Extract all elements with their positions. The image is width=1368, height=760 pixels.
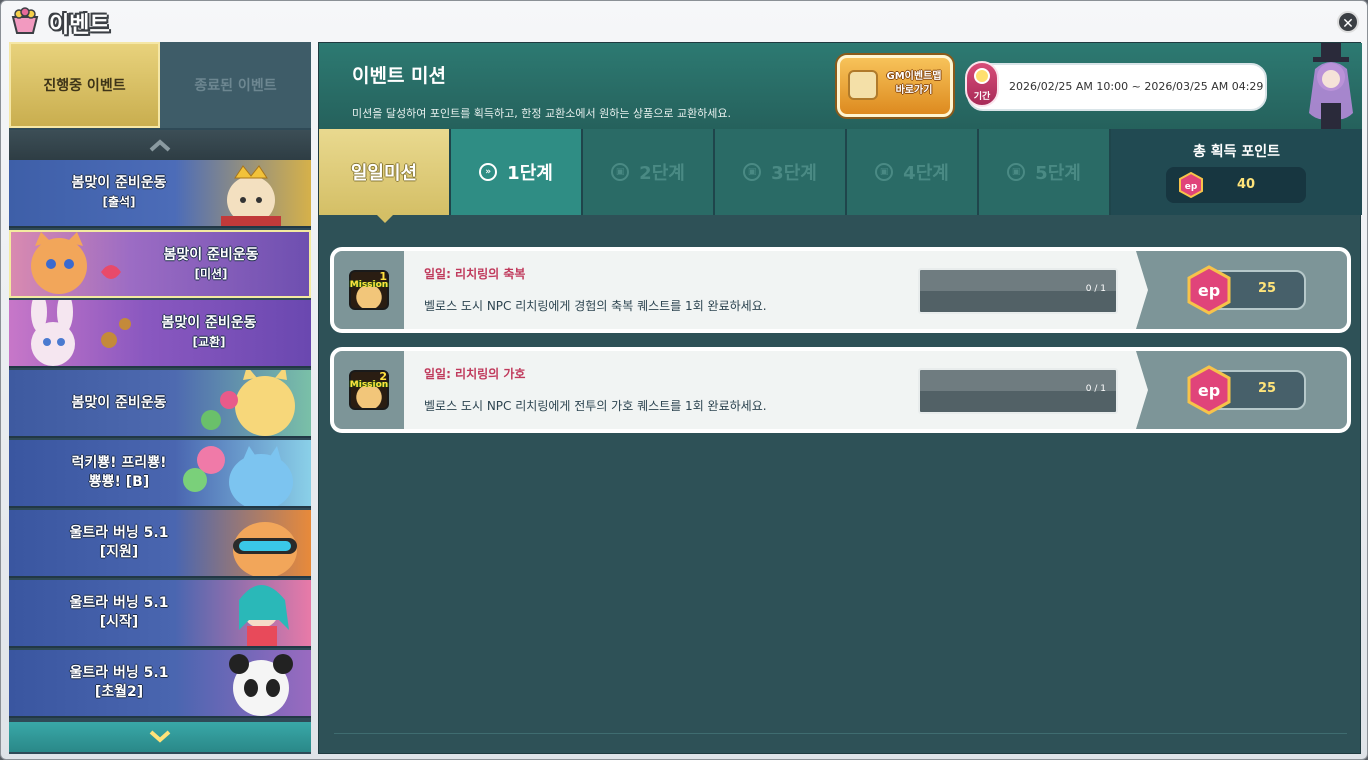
period-badge: 기간 xyxy=(965,61,999,107)
clock-icon xyxy=(974,68,990,84)
event-item-ultra-transcend[interactable]: 울트라 버닝 5.1 [초월2] xyxy=(9,650,311,718)
mission-panel: 이벤트 미션 미션을 달성하여 포인트를 획득하고, 한정 교환소에서 원하는 … xyxy=(318,42,1362,754)
mission-title: 일일: 리치링의 가호 xyxy=(424,367,526,381)
mission-title: 일일: 리치링의 축복 xyxy=(424,267,526,281)
tab-stage-1[interactable]: » 1단계 xyxy=(451,129,582,215)
ep-coin-icon: ep xyxy=(1187,265,1231,315)
reward-value: 25 xyxy=(1257,281,1277,296)
close-button[interactable]: ✕ xyxy=(1337,11,1359,33)
svg-text:ep: ep xyxy=(1198,381,1220,400)
goggle-cat-art xyxy=(233,522,297,576)
event-item-label: 봄맞이 준비운동 xyxy=(71,395,167,411)
svg-text:ep: ep xyxy=(1198,281,1220,300)
panda-character-art xyxy=(229,654,293,716)
tab-stage-2[interactable]: ▣ 2단계 xyxy=(583,129,714,215)
rabbit-character-art xyxy=(31,300,131,366)
event-item-label: 울트라 버닝 5.1 [시작] xyxy=(69,595,169,630)
window-title: 이벤트 xyxy=(49,13,110,38)
tab-stage-4[interactable]: ▣ 4단계 xyxy=(847,129,978,215)
mission-card: 1 Mission 일일: 리치링의 축복 벨로스 도시 NPC 리치링에게 경… xyxy=(330,247,1351,333)
titlebar: 이벤트 ✕ xyxy=(1,1,1368,41)
fast-forward-icon: » xyxy=(479,163,498,181)
gm-event-map-button[interactable]: GM이벤트맵 바로가기 xyxy=(837,55,953,117)
event-item-label: 울트라 버닝 5.1 [지원] xyxy=(69,525,169,560)
gm-button-label: GM이벤트맵 바로가기 xyxy=(886,71,942,96)
event-item-label: 럭키뿅! 프리뿅! 뿅뿅! [B] xyxy=(71,455,167,490)
period-text: 2026/02/25 AM 10:00 ~ 2026/03/25 AM 04:2… xyxy=(1009,80,1264,93)
mission-progress-bar: 0 / 1 xyxy=(918,368,1118,414)
reward-value: 25 xyxy=(1257,381,1277,396)
event-item-spring[interactable]: 봄맞이 준비운동 xyxy=(9,370,311,438)
yellow-cat-art xyxy=(201,370,295,436)
total-points-box: 총 획득 포인트 ep 40 xyxy=(1111,129,1362,215)
girl-character-art xyxy=(239,585,289,646)
mission-progress-text: 0 / 1 xyxy=(1085,284,1106,294)
tab-daily-mission[interactable]: 일일미션 xyxy=(319,129,450,223)
event-period: 기간 2026/02/25 AM 10:00 ~ 2026/03/25 AM 0… xyxy=(965,61,1267,111)
mission-reward: ep 25 xyxy=(1136,251,1347,329)
period-label: 기간 xyxy=(973,92,991,102)
scroll-up-button[interactable] xyxy=(9,130,311,160)
event-list: 봄맞이 준비운동 [출석] 봄맞이 준비운동 [미션] 봄맞이 준비운동 [교환… xyxy=(9,160,311,722)
tab-ongoing-events[interactable]: 진행중 이벤트 xyxy=(9,42,160,128)
event-sidebar: 진행중 이벤트 종료된 이벤트 봄맞이 준비운동 [출석] 봄맞이 준비운동 [… xyxy=(9,42,311,754)
mission-description: 벨로스 도시 NPC 리치링에게 경험의 축복 퀘스트를 1회 완료하세요. xyxy=(424,299,767,313)
event-window: 이벤트 ✕ 진행중 이벤트 종료된 이벤트 봄맞이 준비운동 [출석] 봄맞이 … xyxy=(0,0,1368,760)
ep-coin-icon: ep xyxy=(1179,172,1203,198)
event-item-ultra-start[interactable]: 울트라 버닝 5.1 [시작] xyxy=(9,580,311,648)
mission-progress-bar: 0 / 1 xyxy=(918,268,1118,314)
lock-icon: ▣ xyxy=(1007,163,1026,181)
chevron-down-icon xyxy=(149,730,171,743)
cake-icon xyxy=(848,70,878,100)
king-character-art xyxy=(221,165,281,226)
mission-header: 이벤트 미션 미션을 달성하여 포인트를 획득하고, 한정 교환소에서 원하는 … xyxy=(319,43,1362,129)
lock-icon: ▣ xyxy=(743,163,762,181)
mission-progress-text: 0 / 1 xyxy=(1085,384,1106,394)
total-points-pill: ep 40 xyxy=(1166,167,1306,203)
event-item-label: 울트라 버닝 5.1 [초월2] xyxy=(69,665,169,700)
tab-stage-5[interactable]: ▣ 5단계 xyxy=(979,129,1110,215)
cat-character-art xyxy=(31,232,121,294)
witch-character-art xyxy=(1309,43,1353,129)
gift-icon xyxy=(11,7,39,34)
tab-ended-events[interactable]: 종료된 이벤트 xyxy=(160,42,311,128)
total-points-value: 40 xyxy=(1236,177,1256,192)
mission-icon-bg: 2 Mission xyxy=(334,351,404,429)
event-item-spring-exchange[interactable]: 봄맞이 준비운동 [교환] xyxy=(9,300,311,368)
stage-tabs: 일일미션 » 1단계 ▣ 2단계 ▣ 3단계 ▣ 4단계 ▣ 5단계 총 획득 포인트 xyxy=(319,129,1362,223)
event-item-label: 봄맞이 준비운동 [출석] xyxy=(71,175,167,209)
mission-badge-icon: 1 Mission xyxy=(349,270,389,310)
event-item-label: 봄맞이 준비운동 [교환] xyxy=(161,315,257,349)
mission-description: 벨로스 도시 NPC 리치링에게 전투의 가호 퀘스트를 1회 완료하세요. xyxy=(424,399,767,413)
page-title: 이벤트 미션 xyxy=(352,65,447,87)
event-item-ultra-support[interactable]: 울트라 버닝 5.1 [지원] xyxy=(9,510,311,578)
total-points-title: 총 획득 포인트 xyxy=(1192,144,1281,160)
event-item-spring-mission[interactable]: 봄맞이 준비운동 [미션] xyxy=(9,230,311,298)
mission-reward: ep 25 xyxy=(1136,351,1347,429)
lock-icon: ▣ xyxy=(875,163,894,181)
divider xyxy=(334,733,1347,734)
blue-slime-art xyxy=(183,446,293,506)
mission-card: 2 Mission 일일: 리치링의 가호 벨로스 도시 NPC 리치링에게 전… xyxy=(330,347,1351,433)
tab-stage-3[interactable]: ▣ 3단계 xyxy=(715,129,846,215)
svg-text:ep: ep xyxy=(1185,182,1198,192)
page-description: 미션을 달성하여 포인트를 획득하고, 한정 교환소에서 원하는 상품으로 교환… xyxy=(352,107,732,120)
event-item-spring-attendance[interactable]: 봄맞이 준비운동 [출석] xyxy=(9,160,311,228)
event-item-label: 봄맞이 준비운동 [미션] xyxy=(163,247,259,281)
chevron-up-icon xyxy=(149,139,171,152)
mission-badge-icon: 2 Mission xyxy=(349,370,389,410)
event-item-lucky[interactable]: 럭키뿅! 프리뿅! 뿅뿅! [B] xyxy=(9,440,311,508)
lock-icon: ▣ xyxy=(611,163,630,181)
mission-icon-bg: 1 Mission xyxy=(334,251,404,329)
scroll-down-button[interactable] xyxy=(9,722,311,752)
ep-coin-icon: ep xyxy=(1187,365,1231,415)
